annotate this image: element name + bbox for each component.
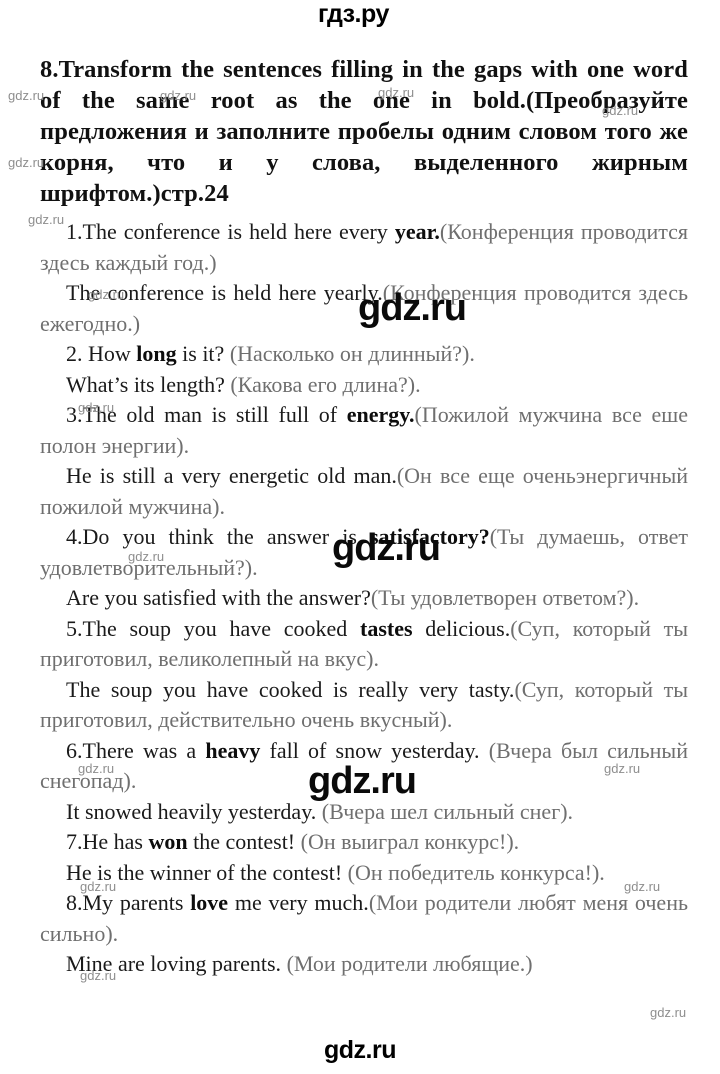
- exercise-title: 8.Transform the sentences filling in the…: [40, 54, 688, 209]
- item-answer-text: The conference is held here yearly.: [66, 280, 383, 305]
- item-prompt-translation: (Насколько он длинный?).: [229, 341, 475, 366]
- item-keyword: won: [148, 829, 188, 854]
- item-prompt-text: The old man is still full of: [82, 402, 347, 427]
- item-answer: The conference is held here yearly.(Конф…: [40, 278, 688, 339]
- item-answer-translation: (Какова его длина?).: [230, 371, 421, 397]
- item-prompt-text: My parents: [82, 890, 191, 915]
- item-prompt-text: The soup you have cooked: [82, 615, 361, 641]
- item-answer: Mine are loving parents. (Мои родители л…: [40, 949, 688, 980]
- item-prompt-text: Do you think the answer is: [82, 524, 370, 549]
- item-prompt-translation: (Он выиграл конкурс!).: [300, 829, 520, 854]
- item-prompt-text-post: the contest!: [187, 829, 301, 854]
- item-prompt: 1.The conference is held here every year…: [40, 217, 688, 278]
- item-prompt-text: He has: [82, 829, 149, 854]
- item-prompt: 4.Do you think the answer is satisfactor…: [40, 522, 688, 583]
- item-number: 2.: [66, 341, 88, 366]
- item-answer: The soup you have cooked is really very …: [40, 675, 688, 736]
- exercise-item: 2. How long is it? (Насколько он длинный…: [40, 339, 688, 400]
- item-keyword: heavy: [205, 737, 261, 763]
- exercise-item: 6.There was a heavy fall of snow yesterd…: [40, 736, 688, 828]
- exercise-item: 5.The soup you have cooked tastes delici…: [40, 614, 688, 736]
- item-prompt: 7.He has won the contest! (Он выиграл ко…: [40, 827, 688, 858]
- item-answer-translation: (Вчера шел сильный снег).: [321, 798, 574, 824]
- item-prompt: 8.My parents love me very much.(Мои роди…: [40, 888, 688, 949]
- item-prompt: 3.The old man is still full of energy.(П…: [40, 400, 688, 461]
- site-logo-footer[interactable]: gdz.ru: [0, 1036, 720, 1065]
- item-answer-translation: (Ты удовлетворен ответом?).: [370, 585, 640, 610]
- exercise-title-en-3: bold.: [473, 87, 526, 114]
- item-prompt: 5.The soup you have cooked tastes delici…: [40, 614, 688, 675]
- exercise-title-en-1: Transform the sentences filling in the g…: [58, 56, 578, 83]
- item-number: 1.: [66, 219, 83, 244]
- item-number: 6.: [66, 737, 83, 763]
- item-answer-translation: (Мои родители любящие.): [286, 951, 533, 976]
- item-prompt-text: There was a: [82, 737, 206, 763]
- item-answer-text: What’s its length?: [66, 371, 231, 397]
- exercise-item: 1.The conference is held here every year…: [40, 217, 688, 339]
- item-prompt-text-post: is it?: [176, 341, 230, 366]
- item-answer-translation: (Он победитель конкурса!).: [347, 859, 605, 885]
- item-answer: It snowed heavily yesterday. (Вчера шел …: [40, 797, 688, 828]
- item-answer: He is still a very energetic old man.(Он…: [40, 461, 688, 522]
- item-number: 7.: [66, 829, 83, 854]
- item-keyword: year.: [394, 219, 440, 244]
- site-logo-header[interactable]: гдз.ру: [318, 0, 389, 28]
- item-answer-text: Mine are loving parents.: [66, 951, 287, 976]
- item-answer-text: He is still a very energetic old man.: [66, 463, 397, 488]
- watermark-small: gdz.ru: [8, 88, 45, 103]
- item-answer-text: The soup you have cooked is really very …: [66, 676, 515, 702]
- watermark-small: gdz.ru: [8, 155, 45, 170]
- watermark-small: gdz.ru: [650, 1005, 687, 1020]
- item-answer-text: Are you satisfied with the answer?: [66, 585, 371, 610]
- item-prompt-text-post: me very much.: [228, 890, 369, 915]
- item-keyword: tastes: [360, 615, 413, 641]
- item-prompt: 2. How long is it? (Насколько он длинный…: [40, 339, 688, 370]
- exercise-item: 7.He has won the contest! (Он выиграл ко…: [40, 827, 688, 888]
- item-prompt-text-post: fall of snow yesterday.: [260, 737, 489, 763]
- item-keyword: energy.: [346, 402, 415, 427]
- item-prompt: 6.There was a heavy fall of snow yesterd…: [40, 736, 688, 797]
- item-number: 5.: [66, 615, 83, 641]
- item-answer-text: It snowed heavily yesterday.: [66, 798, 322, 824]
- exercise-number: 8.: [40, 56, 59, 83]
- item-answer: Are you satisfied with the answer?(Ты уд…: [40, 583, 688, 614]
- exercise-item: 3.The old man is still full of energy.(П…: [40, 400, 688, 522]
- exercise-page-ref: стр.24: [160, 180, 229, 207]
- item-number: 4.: [66, 524, 83, 549]
- item-keyword: satisfactory?: [369, 524, 490, 549]
- item-prompt-text-post: delicious.: [412, 615, 511, 641]
- item-answer: He is the winner of the contest! (Он поб…: [40, 858, 688, 889]
- item-prompt-text: The conference is held here every: [82, 219, 395, 244]
- item-answer: What’s its length? (Какова его длина?).: [40, 370, 688, 401]
- document-page: гдз.ру 8.Transform the sentences filling…: [0, 0, 720, 1074]
- exercise-content: 8.Transform the sentences filling in the…: [40, 54, 688, 980]
- item-keyword: love: [190, 890, 229, 915]
- item-number: 8.: [66, 890, 83, 915]
- exercise-item: 8.My parents love me very much. (Мои роди…: [40, 888, 688, 980]
- item-number: 3.: [66, 402, 83, 427]
- item-keyword: long: [136, 341, 177, 366]
- item-answer-text: He is the winner of the contest!: [66, 859, 348, 885]
- exercise-item: 4.Do you think the answer is satisfactor…: [40, 522, 688, 614]
- item-prompt-text: How: [88, 341, 137, 366]
